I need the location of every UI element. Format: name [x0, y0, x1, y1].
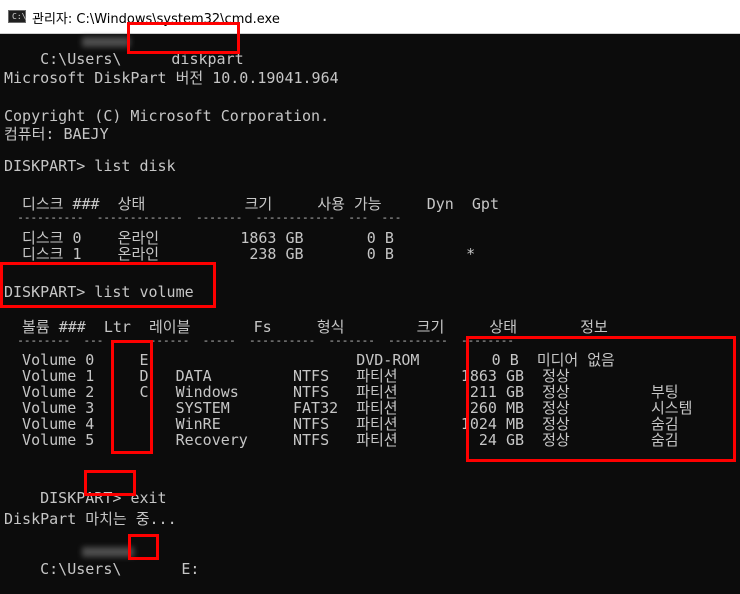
highlight-diskpart-command — [127, 22, 240, 54]
window-title-bar[interactable]: C:\ 관리자: C:\Windows\system32\cmd.exe — [0, 0, 740, 34]
highlight-drive-letters — [111, 340, 153, 454]
disk-table-separator: ---------- ------------- ------- -------… — [4, 211, 402, 224]
volume-table-separator: -------- --- ----------- ----- ---------… — [4, 334, 514, 347]
redacted-username — [82, 37, 130, 47]
computer-line: 컴퓨터: BAEJY — [4, 125, 109, 143]
disk-row: 디스크 1 온라인 238 GB 0 B * — [4, 245, 476, 263]
prompt-path: C:\Users\ — [40, 560, 122, 578]
final-drive-input: E: — [181, 560, 200, 578]
command-list-disk: DISKPART> list disk — [4, 157, 176, 175]
redacted-username — [82, 547, 134, 557]
cmd-icon: C:\ — [8, 10, 26, 23]
prompt-path: C:\Users\ — [40, 50, 122, 68]
copyright-line: Copyright (C) Microsoft Corporation. — [4, 107, 330, 125]
highlight-status-info — [466, 336, 736, 462]
exiting-message: DiskPart 마치는 중... — [4, 510, 177, 528]
disk-row: 디스크 0 온라인 1863 GB 0 B — [4, 229, 394, 247]
console-output[interactable]: C:\Users\ diskpart Microsoft DiskPart 버전 … — [0, 22, 740, 577]
highlight-list-volume-command — [0, 262, 216, 308]
highlight-final-drive — [128, 534, 159, 560]
version-line: Microsoft DiskPart 버전 10.0.19041.964 — [4, 69, 339, 87]
highlight-exit-command — [84, 470, 136, 496]
